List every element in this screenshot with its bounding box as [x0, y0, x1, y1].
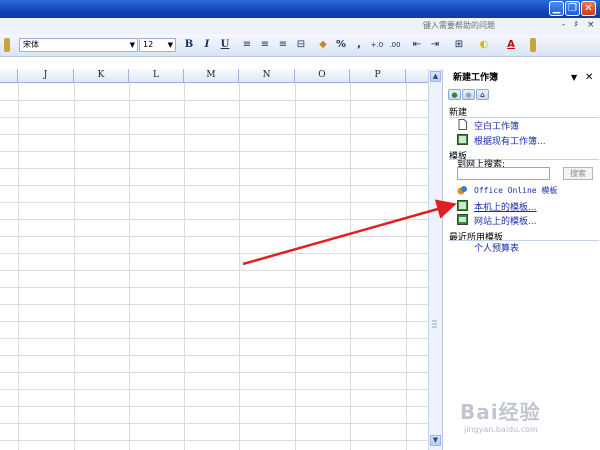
annotation-arrow — [242, 199, 457, 266]
watermark-url: jingyan.baidu.com — [464, 425, 538, 434]
watermark-logo: Bai经验 — [460, 400, 541, 424]
baidu-watermark: Bai经验 jingyan.baidu.com — [460, 396, 590, 440]
